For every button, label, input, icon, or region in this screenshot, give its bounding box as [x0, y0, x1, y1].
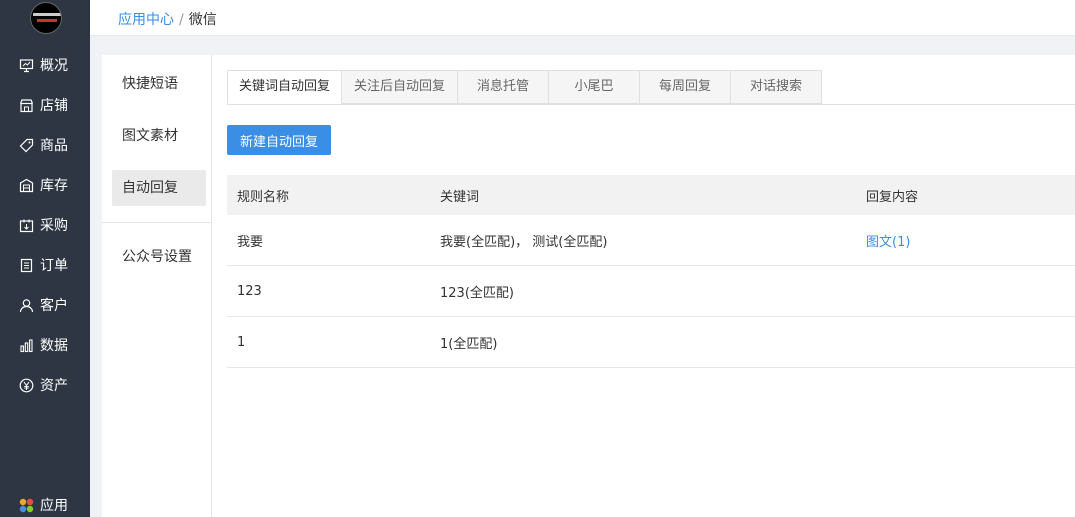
keywords-cell: 我要(全匹配)， 测试(全匹配) [440, 234, 608, 250]
header-rule-name: 规则名称 [237, 189, 290, 205]
tag-icon [19, 138, 34, 153]
tab-message-hosting[interactable]: 消息托管 [458, 70, 549, 104]
rule-name-cell: 1 [237, 334, 246, 350]
nav-item-overview[interactable]: 概况 [0, 50, 90, 80]
nav-item-data[interactable]: 数据 [0, 330, 90, 360]
nav-label: 资产 [40, 378, 68, 394]
purchase-icon [19, 218, 34, 233]
store-icon [19, 98, 34, 113]
inventory-icon [19, 178, 34, 193]
header-reply-content: 回复内容 [866, 189, 919, 205]
nav-label: 数据 [40, 338, 68, 354]
user-icon [19, 298, 34, 313]
header-keywords: 关键词 [440, 189, 480, 205]
nav-label: 订单 [40, 258, 68, 274]
rule-name-cell: 123 [237, 283, 262, 299]
rule-name-cell: 我要 [237, 234, 264, 250]
tab-tail[interactable]: 小尾巴 [549, 70, 640, 104]
breadcrumb: 应用中心 / 微信 [118, 9, 217, 29]
keywords-cell: 1(全匹配) [440, 336, 498, 352]
yen-icon [19, 378, 34, 393]
tab-underline [227, 104, 1075, 105]
main-content: 关键词自动回复 关注后自动回复 消息托管 小尾巴 每周回复 对话搜索 新建自动回… [212, 55, 1075, 517]
breadcrumb-separator: / [179, 12, 184, 28]
submenu-quick-phrases[interactable]: 快捷短语 [112, 66, 206, 102]
nav-item-purchase[interactable]: 采购 [0, 210, 90, 240]
nav-label: 应用 [40, 498, 68, 514]
table-header: 规则名称 关键词 回复内容 [227, 175, 1075, 215]
nav-label: 商品 [40, 138, 68, 154]
submenu-graphic-materials[interactable]: 图文素材 [112, 118, 206, 154]
nav-label: 库存 [40, 178, 68, 194]
tab-conversation-search[interactable]: 对话搜索 [731, 70, 822, 104]
nav-item-orders[interactable]: 订单 [0, 250, 90, 280]
nav-label: 概况 [40, 58, 68, 74]
breadcrumb-app-center[interactable]: 应用中心 [118, 12, 174, 28]
monitor-icon [19, 58, 34, 73]
new-auto-reply-button[interactable]: 新建自动回复 [227, 125, 331, 155]
keywords-cell: 123(全匹配) [440, 285, 514, 301]
main-sidebar: 概况 店铺 商品 库存 采购 订单 客户 数据 资产 应用 [0, 0, 90, 517]
auto-reply-table: 规则名称 关键词 回复内容 我要 我要(全匹配)， 测试(全匹配) 图文(1) … [227, 175, 1075, 368]
submenu-divider [102, 222, 212, 223]
nav-label: 客户 [40, 298, 68, 314]
tab-follow-auto-reply[interactable]: 关注后自动回复 [342, 70, 458, 104]
nav-item-goods[interactable]: 商品 [0, 130, 90, 160]
reply-content-link[interactable]: 图文(1) [866, 235, 910, 250]
order-icon [19, 258, 34, 273]
nav-item-inventory[interactable]: 库存 [0, 170, 90, 200]
wechat-submenu: 快捷短语 图文素材 自动回复 公众号设置 [102, 55, 212, 517]
nav-item-apps[interactable]: 应用 [0, 490, 90, 517]
submenu-official-account-settings[interactable]: 公众号设置 [112, 239, 206, 275]
nav-item-store[interactable]: 店铺 [0, 90, 90, 120]
apps-icon [19, 498, 34, 513]
top-bar: 应用中心 / 微信 [90, 0, 1075, 36]
submenu-auto-reply[interactable]: 自动回复 [112, 170, 206, 206]
tab-keyword-auto-reply[interactable]: 关键词自动回复 [227, 70, 342, 104]
bar-chart-icon [19, 338, 34, 353]
reply-content-cell: 图文(1) [856, 231, 1075, 250]
table-row[interactable]: 1 1(全匹配) [227, 317, 1075, 368]
nav-item-customers[interactable]: 客户 [0, 290, 90, 320]
store-logo[interactable] [30, 2, 62, 34]
tab-weekly-reply[interactable]: 每周回复 [640, 70, 731, 104]
nav-item-assets[interactable]: 资产 [0, 370, 90, 400]
reply-tabs: 关键词自动回复 关注后自动回复 消息托管 小尾巴 每周回复 对话搜索 [227, 70, 822, 104]
nav-label: 店铺 [40, 98, 68, 114]
table-row[interactable]: 我要 我要(全匹配)， 测试(全匹配) 图文(1) [227, 215, 1075, 266]
nav-label: 采购 [40, 218, 68, 234]
table-row[interactable]: 123 123(全匹配) [227, 266, 1075, 317]
breadcrumb-current: 微信 [188, 12, 217, 28]
